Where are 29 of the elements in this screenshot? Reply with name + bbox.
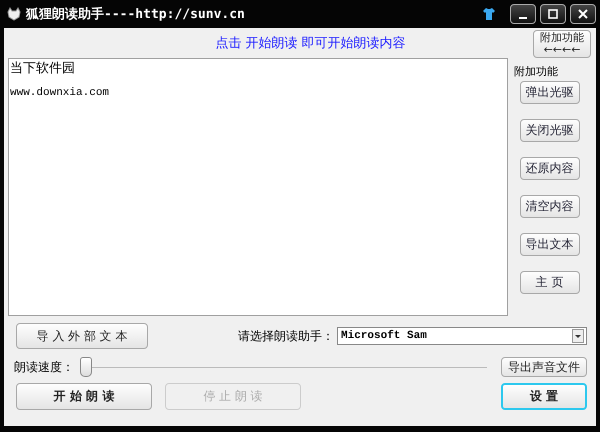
function-button[interactable]: 导出文本 bbox=[520, 233, 580, 256]
extra-functions-button[interactable]: 附加功能 ←←←← bbox=[533, 30, 591, 58]
function-button[interactable]: 关闭光驱 bbox=[520, 119, 580, 142]
app-icon bbox=[6, 6, 22, 22]
settings-button[interactable]: 设 置 bbox=[501, 382, 587, 410]
function-button[interactable]: 弹出光驱 bbox=[520, 81, 580, 104]
maximize-button[interactable] bbox=[540, 4, 566, 24]
start-reading-button[interactable]: 开 始 朗 读 bbox=[16, 382, 152, 410]
function-button[interactable]: 清空内容 bbox=[520, 195, 580, 218]
text-line: 当下软件园 bbox=[10, 61, 75, 76]
import-text-button[interactable]: 导 入 外 部 文 本 bbox=[16, 323, 148, 349]
export-sound-button[interactable]: 导出声音文件 bbox=[501, 357, 587, 377]
instruction-text: 点击 开始朗读 即可开始朗读内容 bbox=[214, 35, 407, 52]
function-button[interactable]: 主 页 bbox=[520, 271, 580, 294]
close-button[interactable] bbox=[570, 4, 596, 24]
speed-slider-thumb[interactable] bbox=[80, 356, 92, 376]
shirt-icon[interactable] bbox=[482, 7, 496, 21]
minimize-button[interactable] bbox=[510, 4, 536, 24]
window-title: 狐狸朗读助手----http://sunv.cn bbox=[26, 6, 245, 23]
text-line: www.downxia.com bbox=[10, 86, 110, 101]
minimize-icon bbox=[519, 17, 527, 19]
text-editor[interactable]: 当下软件园 www.downxia.com bbox=[8, 58, 508, 316]
close-icon bbox=[577, 8, 589, 20]
voice-label: 请选择朗读助手： bbox=[238, 328, 334, 344]
panel-title: 附加功能 bbox=[514, 64, 558, 79]
maximize-icon bbox=[547, 8, 559, 20]
function-button[interactable]: 还原内容 bbox=[520, 157, 580, 180]
speed-label: 朗读速度： bbox=[14, 358, 74, 376]
voice-dropdown[interactable]: Microsoft Sam bbox=[337, 327, 587, 345]
